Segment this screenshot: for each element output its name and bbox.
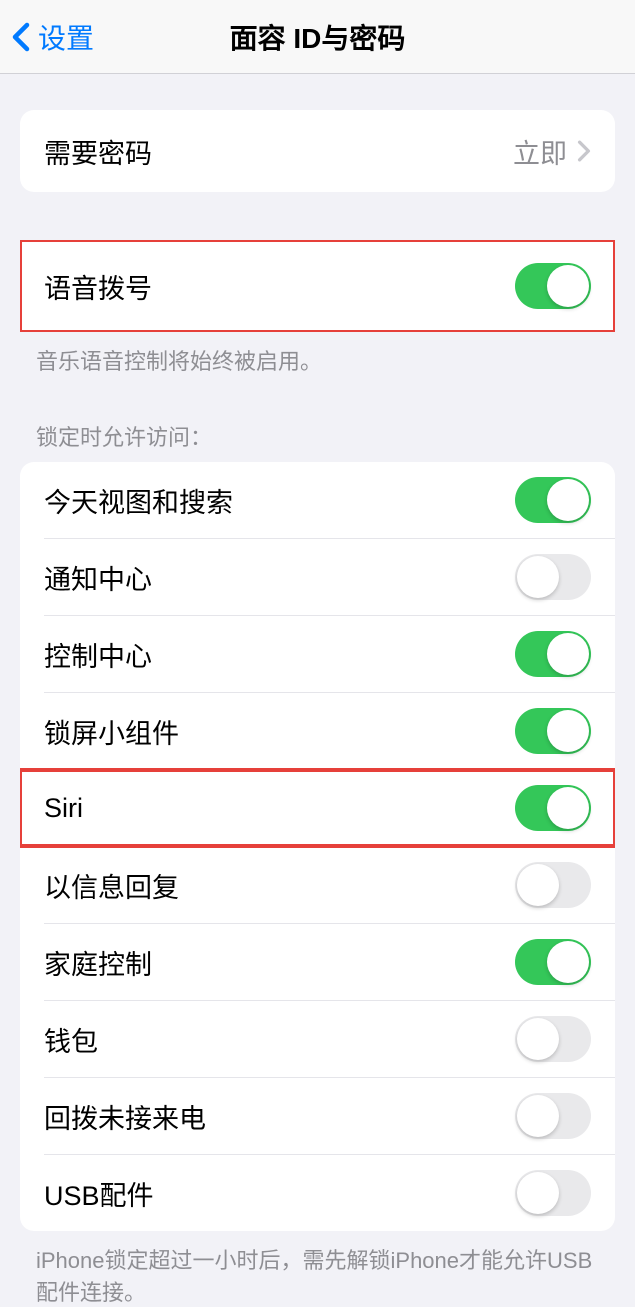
list-item: 今天视图和搜索 [20,462,615,538]
list-item: 锁屏小组件 [20,693,615,769]
toggle-switch[interactable] [515,1016,591,1062]
list-item: USB配件 [20,1155,615,1231]
voice-dial-row: 语音拨号 [20,240,615,332]
list-item: 钱包 [20,1001,615,1077]
toggle-switch[interactable] [515,708,591,754]
toggle-row: 今天视图和搜索 [20,462,615,538]
toggle-switch[interactable] [515,785,591,831]
chevron-right-icon [577,140,591,162]
passcode-group: 需要密码 立即 [20,110,615,192]
toggle-knob [547,265,589,307]
toggle-knob [517,1018,559,1060]
toggle-row: 以信息回复 [20,847,615,923]
voice-dial-group: 语音拨号 [20,240,615,332]
toggle-row: 钱包 [20,1001,615,1077]
list-item: Siri [20,770,615,846]
list-item: 通知中心 [20,539,615,615]
toggle-knob [547,633,589,675]
toggle-knob [547,710,589,752]
toggle-switch[interactable] [515,631,591,677]
toggle-switch[interactable] [515,477,591,523]
back-button[interactable]: 设置 [0,17,94,57]
list-item: 控制中心 [20,616,615,692]
toggle-knob [547,787,589,829]
toggle-switch[interactable] [515,1093,591,1139]
toggle-switch[interactable] [515,554,591,600]
row-label: 锁屏小组件 [44,712,515,751]
lock-access-header: 锁定时允许访问： [0,420,635,462]
toggle-switch[interactable] [515,1170,591,1216]
row-label: Siri [44,793,515,824]
toggle-row: USB配件 [20,1155,615,1231]
row-label: 以信息回复 [44,866,515,905]
list-item: 回拨未接来电 [20,1078,615,1154]
row-label: 今天视图和搜索 [44,481,515,520]
row-label: 钱包 [44,1020,515,1059]
lock-access-footer: iPhone锁定超过一小时后，需先解锁iPhone才能允许USB配件连接。 [0,1231,635,1307]
toggle-knob [517,1095,559,1137]
toggle-knob [547,479,589,521]
toggle-switch[interactable] [515,862,591,908]
toggle-knob [547,941,589,983]
row-label: 需要密码 [44,132,513,171]
voice-dial-toggle[interactable] [515,263,591,309]
row-label: USB配件 [44,1174,515,1213]
toggle-switch[interactable] [515,939,591,985]
lock-access-group: 今天视图和搜索通知中心控制中心锁屏小组件 Siri 以信息回复家庭控制钱包回拨未接来… [20,462,615,1231]
toggle-knob [517,556,559,598]
row-label: 通知中心 [44,558,515,597]
row-label: 家庭控制 [44,943,515,982]
page-title: 面容 ID与密码 [230,17,406,57]
row-label: 控制中心 [44,635,515,674]
toggle-knob [517,864,559,906]
toggle-row: 锁屏小组件 [20,693,615,769]
list-item: 以信息回复 [20,847,615,923]
row-label: 语音拨号 [44,267,515,306]
require-passcode-row[interactable]: 需要密码 立即 [20,110,615,192]
voice-dial-footer: 音乐语音控制将始终被启用。 [0,332,635,376]
toggle-row: 通知中心 [20,539,615,615]
toggle-row: Siri [20,770,615,846]
row-value: 立即 [513,132,567,171]
toggle-row: 控制中心 [20,616,615,692]
back-label: 设置 [38,17,94,57]
toggle-row: 家庭控制 [20,924,615,1000]
row-label: 回拨未接来电 [44,1097,515,1136]
toggle-row: 回拨未接来电 [20,1078,615,1154]
toggle-knob [517,1172,559,1214]
navigation-bar: 设置 面容 ID与密码 [0,0,635,74]
list-item: 家庭控制 [20,924,615,1000]
chevron-left-icon [12,22,30,52]
